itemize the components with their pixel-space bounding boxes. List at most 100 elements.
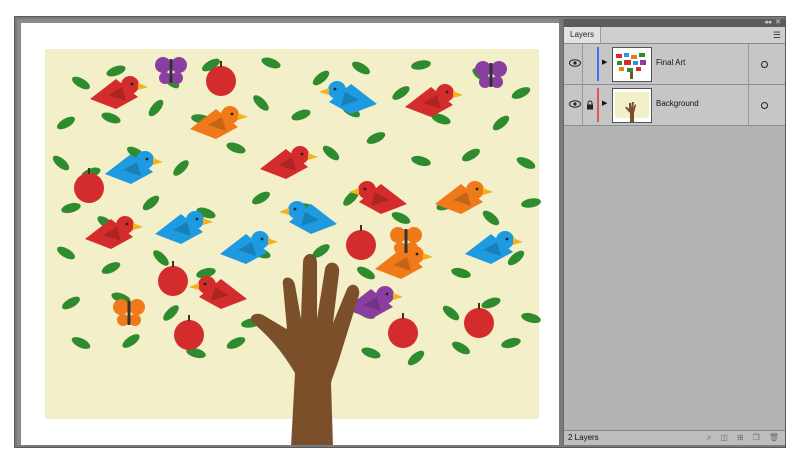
butterfly-wing <box>129 314 141 326</box>
bird-eye <box>260 237 264 241</box>
target-icon[interactable] <box>760 101 768 109</box>
apple-stem <box>360 225 362 231</box>
butterfly-wing <box>406 242 418 254</box>
target-cell[interactable] <box>748 85 779 125</box>
expand-arrow-icon[interactable]: ▶ <box>602 99 607 107</box>
butterfly-wing <box>491 61 507 77</box>
bird-eye <box>203 282 207 286</box>
bird-eye <box>475 187 479 191</box>
butterfly-shape <box>390 227 422 254</box>
locate-object-icon[interactable]: ⌕ <box>707 433 711 443</box>
bird-eye <box>293 207 297 211</box>
layer-color-indicator <box>597 88 599 122</box>
bird-head <box>288 201 306 219</box>
butterfly-wing <box>406 227 422 243</box>
bird-head <box>466 181 484 199</box>
new-layer-icon[interactable]: ❐ <box>753 433 760 443</box>
artboard[interactable] <box>21 23 559 445</box>
butterfly-wing <box>155 57 171 73</box>
apple-stem <box>402 313 404 319</box>
butterfly-shape <box>113 299 145 326</box>
bird-head <box>328 81 346 99</box>
bird-eye <box>505 237 509 241</box>
bird-head <box>436 84 454 102</box>
footer-toolbar: ⌕ ◫ ⊞ ❐ 🗑 <box>707 433 779 443</box>
layer-thumbnail <box>612 47 652 82</box>
panel-header: Layers ☰ <box>564 27 785 44</box>
butterfly-body <box>127 301 131 325</box>
apple-shape <box>346 230 376 260</box>
apple-shape <box>174 320 204 350</box>
layer-row-final-art[interactable]: ▶ Final Art <box>564 44 785 85</box>
target-cell[interactable] <box>748 44 779 84</box>
butterfly-wing <box>390 227 406 243</box>
butterfly-wing <box>475 61 491 77</box>
bird-head <box>251 231 269 249</box>
apple-shape <box>464 308 494 338</box>
bird-head <box>291 146 309 164</box>
bird-head <box>116 216 134 234</box>
butterfly-shape <box>155 57 187 84</box>
bird-eye <box>385 292 389 296</box>
visibility-eye-icon[interactable] <box>568 56 582 70</box>
bird-head <box>186 211 204 229</box>
expand-arrow-icon[interactable]: ▶ <box>602 58 607 66</box>
new-sublayer-icon[interactable]: ⊞ <box>737 433 744 443</box>
layer-count: 2 Layers <box>568 433 599 442</box>
bird-head <box>496 231 514 249</box>
apple-stem <box>88 168 90 174</box>
bird-eye <box>363 187 367 191</box>
bird-head <box>358 181 376 199</box>
make-clipping-mask-icon[interactable]: ◫ <box>720 433 728 443</box>
delete-layer-icon[interactable]: 🗑 <box>769 433 779 443</box>
layer-color-indicator <box>597 47 599 81</box>
butterfly-wing <box>171 57 187 73</box>
lock-toggle[interactable] <box>582 44 597 84</box>
bird-eye <box>145 157 149 161</box>
apple-stem <box>220 61 222 67</box>
panel-menu-icon[interactable]: ☰ <box>773 30 781 41</box>
target-icon[interactable] <box>760 60 768 68</box>
layers-panel: ◂◂ ✕ Layers ☰ ▶ Final Art ▶ Background 2… <box>563 19 785 445</box>
apple-shape <box>74 173 104 203</box>
panel-topbar: ◂◂ ✕ <box>564 19 785 27</box>
butterfly-shape <box>475 61 507 88</box>
apple-stem <box>188 315 190 321</box>
layer-row-background[interactable]: ▶ Background <box>564 85 785 126</box>
bird-eye <box>130 82 134 86</box>
lock-toggle[interactable] <box>582 85 597 125</box>
butterfly-body <box>404 229 408 253</box>
apple-shape <box>158 266 188 296</box>
collapse-icon[interactable]: ◂◂ <box>764 19 771 27</box>
lock-icon <box>587 100 593 110</box>
bird-eye <box>230 112 234 116</box>
bird-head <box>136 151 154 169</box>
layer-thumbnail <box>612 88 652 123</box>
butterfly-wing <box>159 72 171 84</box>
bird-head <box>221 106 239 124</box>
apple-shape <box>388 318 418 348</box>
butterfly-wing <box>129 299 145 315</box>
layer-name[interactable]: Final Art <box>656 58 685 67</box>
butterfly-body <box>169 59 173 83</box>
layer-name[interactable]: Background <box>656 99 699 108</box>
butterfly-body <box>489 63 493 87</box>
bird-head <box>198 276 216 294</box>
canvas-area[interactable] <box>17 19 559 445</box>
artwork[interactable] <box>21 23 559 445</box>
bird-eye <box>300 152 304 156</box>
bird-eye <box>195 217 199 221</box>
butterfly-wing <box>113 299 129 315</box>
apple-shape <box>206 66 236 96</box>
apple-stem <box>478 303 480 309</box>
butterfly-wing <box>394 242 406 254</box>
bird-head <box>376 286 394 304</box>
app-window: ◂◂ ✕ Layers ☰ ▶ Final Art ▶ Background 2… <box>14 16 786 448</box>
butterfly-wing <box>491 76 503 88</box>
panel-footer: 2 Layers ⌕ ◫ ⊞ ❐ 🗑 <box>564 430 785 445</box>
apple-stem <box>172 261 174 267</box>
butterfly-wing <box>171 72 183 84</box>
close-panel-icon[interactable]: ✕ <box>775 19 781 27</box>
visibility-eye-icon[interactable] <box>568 97 582 111</box>
tab-layers[interactable]: Layers <box>564 27 602 43</box>
